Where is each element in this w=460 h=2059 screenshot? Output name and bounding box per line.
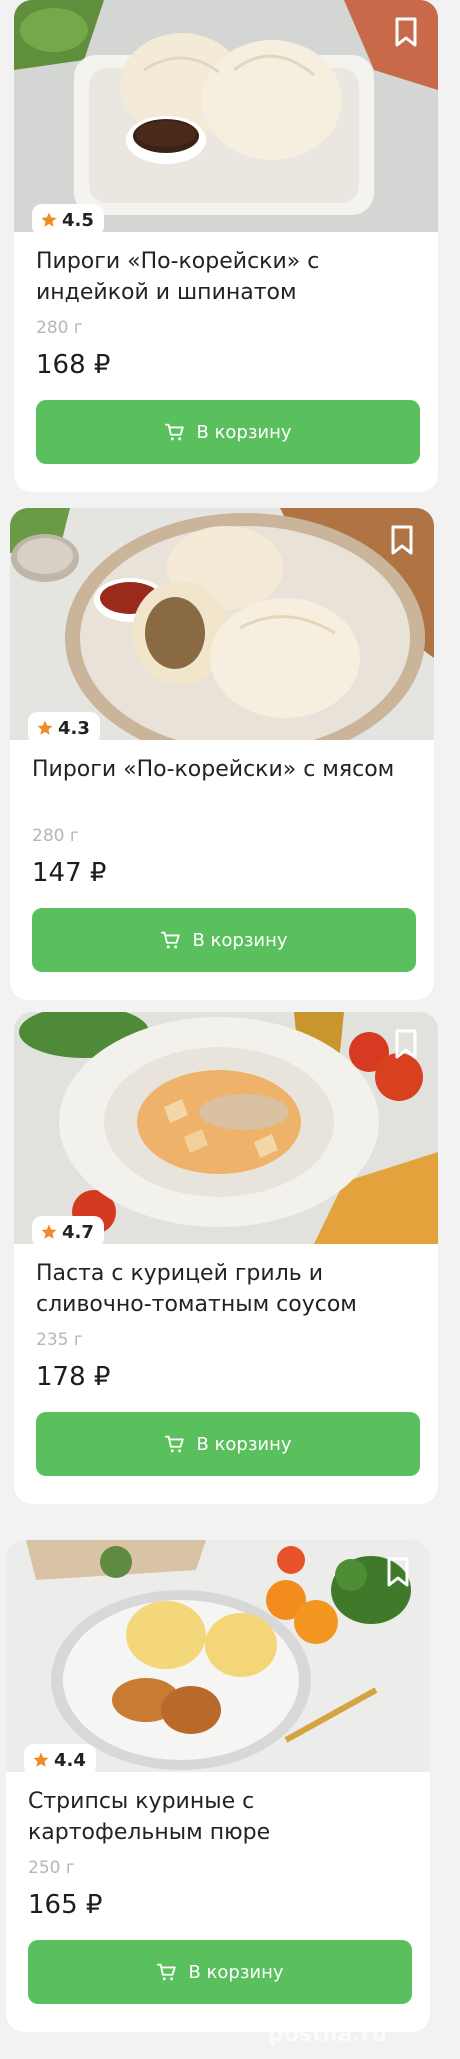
product-price: 147 ₽ [32,858,107,888]
add-to-cart-button[interactable]: В корзину [28,1940,412,2004]
star-icon [33,1752,49,1767]
svg-text:postila.ru: postila.ru [268,2022,387,2047]
cart-icon [165,1435,185,1453]
product-photo[interactable] [14,1012,438,1244]
product-photo[interactable] [14,0,438,232]
bookmark-icon[interactable] [392,16,420,48]
product-title[interactable]: Стрипсы куриные с картофельным пюре [28,1786,412,1848]
rating-value: 4.3 [58,717,90,739]
rating-value: 4.7 [62,1221,94,1243]
product-weight: 280 г [36,318,83,338]
star-icon [41,1224,57,1239]
photo-pasta-chicken [14,1012,438,1244]
rating-badge: 4.5 [32,204,104,236]
rating-badge: 4.4 [24,1744,96,1776]
rating-value: 4.4 [54,1749,86,1771]
bookmark-icon[interactable] [384,1556,412,1588]
product-title[interactable]: Пироги «По-корейски» с индейкой и шпинат… [36,246,420,308]
rating-badge: 4.3 [28,712,100,744]
add-to-cart-label: В корзину [196,421,292,443]
add-to-cart-label: В корзину [188,1961,284,1983]
product-price: 165 ₽ [28,1890,103,1920]
product-weight: 250 г [28,1858,75,1878]
product-price: 178 ₽ [36,1362,111,1392]
add-to-cart-button[interactable]: В корзину [36,400,420,464]
product-card[interactable]: 4.5 Пироги «По-корейски» с индейкой и шп… [14,0,438,492]
add-to-cart-label: В корзину [192,929,288,951]
product-photo[interactable] [10,508,434,740]
bookmark-icon[interactable] [392,1028,420,1060]
product-price: 168 ₽ [36,350,111,380]
cart-icon [165,423,185,441]
product-title[interactable]: Пироги «По-корейски» с мясом [32,754,416,785]
watermark-logo: postila.ru [268,2022,387,2047]
cart-icon [161,931,181,949]
star-icon [41,212,57,227]
product-card[interactable]: 4.7 Паста с курицей гриль и сливочно-том… [14,1012,438,1504]
product-card[interactable]: 4.4 Стрипсы куриные с картофельным пюре … [6,1540,430,2032]
rating-badge: 4.7 [32,1216,104,1248]
product-title[interactable]: Паста с курицей гриль и сливочно-томатны… [36,1258,420,1320]
rating-value: 4.5 [62,209,94,231]
product-photo[interactable] [6,1540,430,1772]
photo-korean-pies-meat [10,508,434,740]
star-icon [37,720,53,735]
product-card[interactable]: 4.3 Пироги «По-корейски» с мясом 280 г 1… [10,508,434,1000]
add-to-cart-label: В корзину [196,1433,292,1455]
product-weight: 280 г [32,826,79,846]
product-weight: 235 г [36,1330,83,1350]
photo-chicken-strips-puree [6,1540,430,1772]
cart-icon [157,1963,177,1981]
add-to-cart-button[interactable]: В корзину [36,1412,420,1476]
photo-korean-pies-turkey [14,0,438,232]
add-to-cart-button[interactable]: В корзину [32,908,416,972]
bookmark-icon[interactable] [388,524,416,556]
